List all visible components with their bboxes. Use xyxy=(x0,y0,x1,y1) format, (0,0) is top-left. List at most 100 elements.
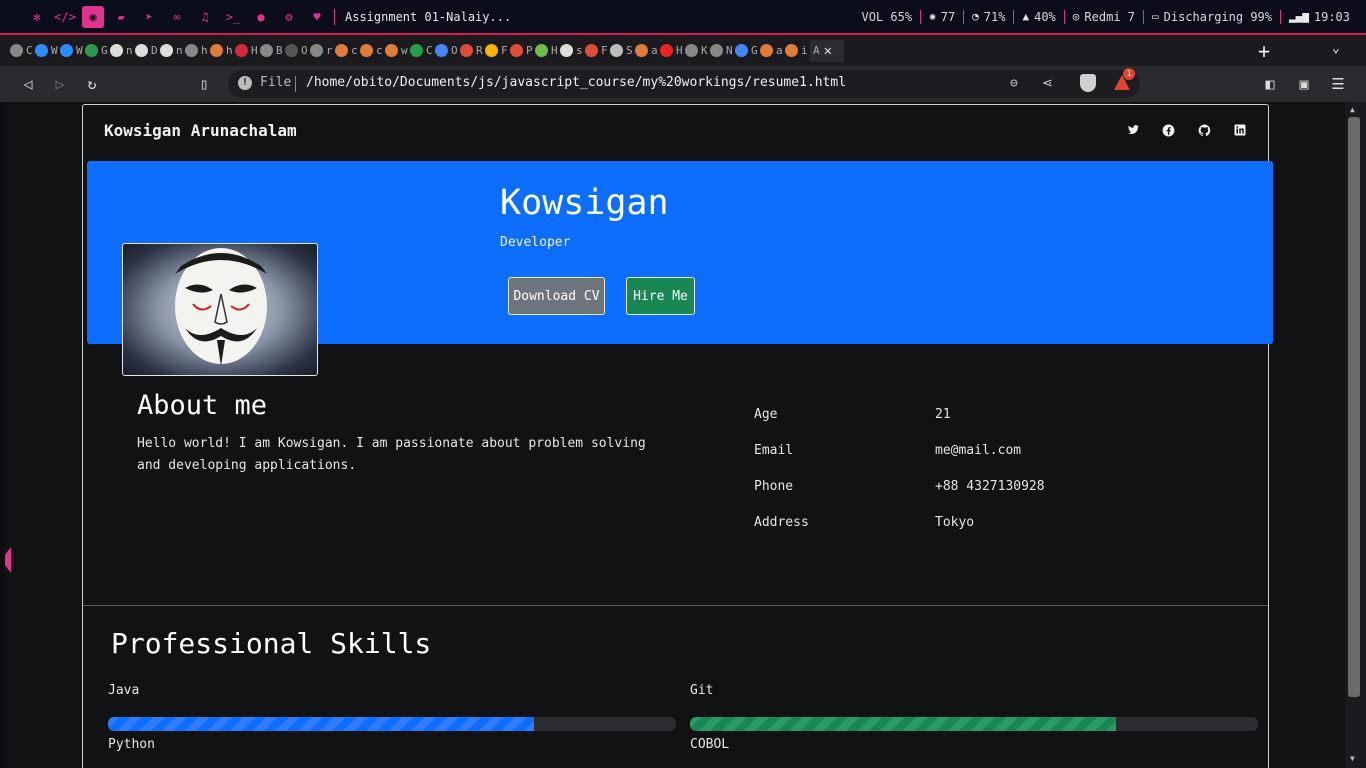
back-arrow-icon[interactable]: ◁ xyxy=(18,74,38,94)
tab-list-chevron-icon[interactable]: ⌄ xyxy=(1332,41,1340,56)
telegram-workspace-icon[interactable]: ➤ xyxy=(138,6,160,28)
browser-tab[interactable]: W xyxy=(60,40,85,62)
browser-toolbar: ◁ ▷ ↻ ▯ ! File /home/obito/Documents/js/… xyxy=(0,66,1366,102)
favicon-icon xyxy=(285,44,298,57)
scroll-thumb[interactable] xyxy=(1348,117,1360,697)
reload-icon[interactable]: ↻ xyxy=(82,74,102,94)
url-divider xyxy=(295,76,296,92)
workspace-switcher: ✻ </> ◉ ▰ ➤ ∞ ♫ >_ ● ⚙ ♥ xyxy=(0,5,328,28)
mask-avatar-image xyxy=(175,248,267,366)
browser-tab[interactable]: C xyxy=(10,40,35,62)
info-value[interactable]: me@mail.com xyxy=(935,443,1021,458)
browser-tab[interactable]: F xyxy=(585,40,610,62)
browser-tab[interactable]: c xyxy=(360,40,385,62)
browser-tab[interactable]: H xyxy=(535,40,560,62)
url-text[interactable]: /home/obito/Documents/js/javascript_cour… xyxy=(306,75,846,90)
battery-icon: ▭ xyxy=(1152,10,1159,23)
new-tab-button[interactable]: + xyxy=(1258,39,1270,63)
browser-tab[interactable]: K xyxy=(685,40,710,62)
forward-arrow-icon[interactable]: ▷ xyxy=(50,74,70,94)
facebook-icon[interactable] xyxy=(1160,122,1176,138)
browser-tab-strip: C W W Gn Dn h h H B Or c c w C O R F P Hs F Sa H K N Ga i A ✕ + ⌄ xyxy=(0,33,1366,66)
favicon-icon xyxy=(185,44,198,57)
favicon-icon xyxy=(610,44,623,57)
browser-tab[interactable]: R xyxy=(460,40,485,62)
twitter-icon[interactable] xyxy=(1125,122,1141,138)
linkedin-svg xyxy=(1234,124,1246,136)
browser-tab[interactable]: r xyxy=(310,40,335,62)
browser-tab[interactable]: N xyxy=(710,40,735,62)
page-scrollbar[interactable]: ▲ ▼ xyxy=(1345,102,1366,768)
browser-workspace-icon[interactable]: ◉ xyxy=(82,5,104,28)
browser-tab[interactable]: D xyxy=(135,40,160,62)
browser-tab[interactable]: C xyxy=(410,40,435,62)
tab-title: r xyxy=(326,44,333,57)
browser-tab[interactable]: H xyxy=(235,40,260,62)
browser-tab[interactable]: O xyxy=(435,40,460,62)
zoom-icon[interactable]: ⊖ xyxy=(1010,76,1018,91)
scroll-down-icon[interactable]: ▼ xyxy=(1350,754,1355,763)
browser-tab[interactable]: n xyxy=(160,40,185,62)
browser-tab[interactable]: F xyxy=(485,40,510,62)
share-icon[interactable]: ⋖ xyxy=(1042,76,1053,91)
bookmark-icon[interactable]: ▯ xyxy=(194,74,214,94)
signal-icon: ▂▄▆ xyxy=(1289,10,1309,23)
folder-workspace-icon[interactable]: ▰ xyxy=(110,6,132,28)
linkedin-icon[interactable] xyxy=(1232,122,1248,138)
favicon-icon xyxy=(710,44,723,57)
download-cv-button[interactable]: Download CV xyxy=(508,277,605,315)
menu-icon[interactable]: ☰ xyxy=(1328,74,1348,94)
favicon-icon xyxy=(135,44,148,57)
browser-tab[interactable]: H xyxy=(660,40,685,62)
github-workspace-icon[interactable]: ● xyxy=(250,6,272,28)
terminal-workspace-icon[interactable]: >_ xyxy=(222,6,244,28)
address-bar[interactable]: ! File /home/obito/Documents/js/javascri… xyxy=(228,68,1140,98)
favicon-icon xyxy=(560,44,573,57)
clock[interactable]: ▂▄▆ 19:03 xyxy=(1280,9,1358,24)
hire-me-button[interactable]: Hire Me xyxy=(626,277,695,315)
browser-tab[interactable]: S xyxy=(610,40,635,62)
github-icon[interactable] xyxy=(1196,122,1212,138)
page-viewport: Kowsigan Arunachalam Kowsigan Developer … xyxy=(5,102,1345,768)
wallet-icon[interactable]: ▣ xyxy=(1294,74,1314,94)
tab-title: s xyxy=(576,44,583,57)
close-tab-icon[interactable]: ✕ xyxy=(824,43,832,59)
browser-tab[interactable]: W xyxy=(35,40,60,62)
health-workspace-icon[interactable]: ♥ xyxy=(306,6,328,28)
browser-tab[interactable]: O xyxy=(285,40,310,62)
browser-tab-active[interactable]: A ✕ xyxy=(810,39,844,62)
info-value: +88 4327130928 xyxy=(935,479,1045,494)
scroll-up-icon[interactable]: ▲ xyxy=(1350,105,1355,114)
favicon-icon xyxy=(635,44,648,57)
volume-indicator[interactable]: VOL 65% xyxy=(854,10,921,24)
browser-tab[interactable]: h xyxy=(210,40,235,62)
brand-name[interactable]: Kowsigan Arunachalam xyxy=(104,121,297,140)
tab-title: C xyxy=(426,44,433,57)
browser-tab[interactable]: i xyxy=(785,40,810,62)
brave-shield-icon[interactable] xyxy=(1080,74,1096,92)
code-workspace-icon[interactable]: </> xyxy=(54,6,76,28)
browser-tab[interactable]: h xyxy=(185,40,210,62)
sidebar-toggle-icon[interactable]: ◧ xyxy=(1260,74,1280,94)
browser-tab[interactable]: P xyxy=(510,40,535,62)
browser-tab[interactable]: a xyxy=(635,40,660,62)
browser-tab[interactable]: G xyxy=(85,40,110,62)
browser-tab[interactable]: n xyxy=(110,40,135,62)
facebook-svg xyxy=(1162,124,1174,136)
app-launcher-icon[interactable]: ✻ xyxy=(26,6,48,28)
battery-indicator: ▭ Discharging 99% xyxy=(1143,9,1280,24)
media-workspace-icon[interactable]: ∞ xyxy=(166,6,188,28)
music-workspace-icon[interactable]: ♫ xyxy=(194,6,216,28)
url-scheme: File xyxy=(260,75,292,90)
info-icon[interactable]: ! xyxy=(238,76,252,90)
browser-tab[interactable]: a xyxy=(760,40,785,62)
browser-tab[interactable]: w xyxy=(385,40,410,62)
tab-title: G xyxy=(751,44,758,57)
browser-tab[interactable]: G xyxy=(735,40,760,62)
browser-tab[interactable]: c xyxy=(335,40,360,62)
settings-workspace-icon[interactable]: ⚙ xyxy=(278,6,300,28)
network-indicator[interactable]: ◎ Redmi 7 xyxy=(1063,9,1143,24)
skill-bar-fill xyxy=(690,717,1116,731)
browser-tab[interactable]: s xyxy=(560,40,585,62)
browser-tab[interactable]: B xyxy=(260,40,285,62)
